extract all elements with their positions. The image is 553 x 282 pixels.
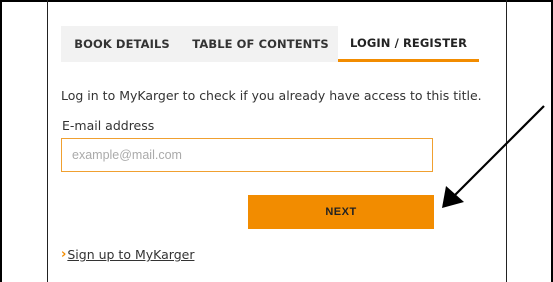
annotation-arrow-icon bbox=[442, 105, 545, 208]
